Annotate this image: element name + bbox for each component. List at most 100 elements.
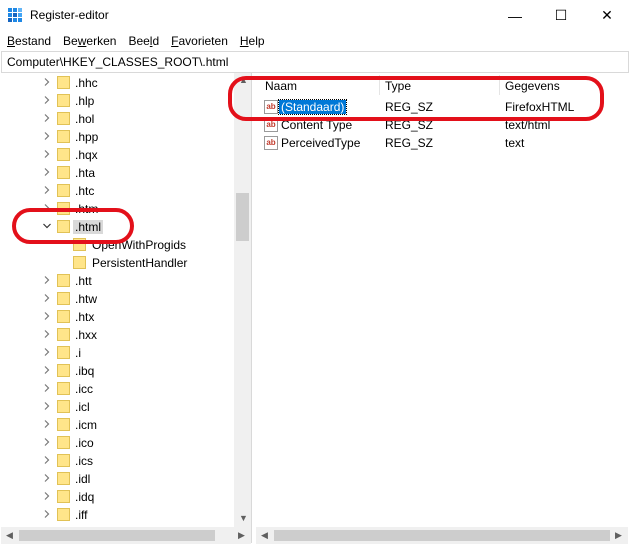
- scroll-left-icon[interactable]: ◀: [6, 530, 13, 541]
- tree-item[interactable]: .ibq: [1, 362, 235, 380]
- folder-icon: [57, 490, 70, 503]
- close-button[interactable]: ✕: [584, 0, 630, 31]
- tree-item[interactable]: .idl: [1, 470, 235, 488]
- tree-item[interactable]: .iff: [1, 506, 235, 524]
- chevron-right-icon[interactable]: [43, 384, 51, 392]
- tree-item[interactable]: .htt: [1, 272, 235, 290]
- app-icon: [8, 8, 22, 22]
- tree-item[interactable]: .hta: [1, 164, 235, 182]
- tree-item[interactable]: .icm: [1, 416, 235, 434]
- tree-item-label: .htw: [75, 292, 98, 306]
- address-path: Computer\HKEY_CLASSES_ROOT\.html: [7, 55, 229, 69]
- tree-item[interactable]: .htc: [1, 182, 235, 200]
- tree-item[interactable]: .htx: [1, 308, 235, 326]
- folder-icon: [57, 94, 70, 107]
- reg-string-icon: ab: [264, 136, 278, 150]
- scroll-right-icon[interactable]: ▶: [615, 530, 622, 541]
- tree-item-label: .hhc: [75, 76, 98, 90]
- chevron-right-icon[interactable]: [43, 330, 51, 338]
- scroll-right-icon[interactable]: ▶: [238, 530, 245, 541]
- value-data: text: [505, 136, 525, 150]
- chevron-right-icon[interactable]: [43, 456, 51, 464]
- chevron-right-icon[interactable]: [43, 168, 51, 176]
- scroll-left-icon[interactable]: ◀: [261, 530, 268, 541]
- folder-icon: [57, 328, 70, 341]
- chevron-right-icon[interactable]: [43, 132, 51, 140]
- address-bar[interactable]: Computer\HKEY_CLASSES_ROOT\.html: [1, 51, 629, 73]
- tree-item[interactable]: .hlp: [1, 92, 235, 110]
- chevron-right-icon[interactable]: [43, 474, 51, 482]
- chevron-right-icon[interactable]: [43, 348, 51, 356]
- tree-item[interactable]: .hqx: [1, 146, 235, 164]
- folder-icon: [57, 346, 70, 359]
- folder-icon: [73, 256, 86, 269]
- tree-item[interactable]: .icc: [1, 380, 235, 398]
- chevron-right-icon[interactable]: [43, 492, 51, 500]
- chevron-right-icon[interactable]: [43, 150, 51, 158]
- tree-item[interactable]: PersistentHandler: [1, 254, 235, 272]
- chevron-right-icon[interactable]: [43, 438, 51, 446]
- tree-horizontal-scrollbar[interactable]: ◀ ▶: [1, 527, 251, 544]
- maximize-button[interactable]: ☐: [538, 0, 584, 31]
- minimize-button[interactable]: —: [492, 0, 538, 31]
- chevron-right-icon[interactable]: [43, 114, 51, 122]
- tree-item-label: .hpp: [75, 130, 99, 144]
- scroll-thumb[interactable]: [274, 530, 610, 541]
- chevron-right-icon[interactable]: [43, 294, 51, 302]
- annotation-highlight-values: [228, 76, 604, 121]
- tree-item[interactable]: .idq: [1, 488, 235, 506]
- chevron-right-icon[interactable]: [43, 510, 51, 518]
- folder-icon: [57, 112, 70, 125]
- chevron-right-icon[interactable]: [43, 276, 51, 284]
- tree-vertical-scrollbar[interactable]: ▲ ▼: [234, 73, 251, 527]
- tree-item[interactable]: .hol: [1, 110, 235, 128]
- chevron-right-icon[interactable]: [43, 402, 51, 410]
- scroll-down-icon[interactable]: ▼: [239, 513, 248, 523]
- tree-item[interactable]: .hhc: [1, 74, 235, 92]
- chevron-right-icon[interactable]: [43, 96, 51, 104]
- tree-item[interactable]: .ico: [1, 434, 235, 452]
- menu-help[interactable]: Help: [233, 31, 270, 51]
- scroll-thumb[interactable]: [236, 193, 249, 241]
- chevron-right-icon[interactable]: [43, 420, 51, 428]
- tree-item-label: .hxx: [75, 328, 98, 342]
- tree-item-label: .htc: [75, 184, 95, 198]
- tree-item-label: .iff: [75, 508, 88, 522]
- tree-item[interactable]: .hxx: [1, 326, 235, 344]
- tree-item-label: .htx: [75, 310, 95, 324]
- tree-item[interactable]: .htw: [1, 290, 235, 308]
- folder-icon: [57, 382, 70, 395]
- tree-item-label: .ics: [75, 454, 93, 468]
- tree-item-label: .icm: [75, 418, 97, 432]
- folder-icon: [57, 274, 70, 287]
- tree-item[interactable]: .i: [1, 344, 235, 362]
- menu-bestand[interactable]: Bestand: [0, 31, 56, 51]
- tree-item-label: .hlp: [75, 94, 95, 108]
- folder-icon: [57, 454, 70, 467]
- tree-item-label: .hqx: [75, 148, 98, 162]
- chevron-right-icon[interactable]: [43, 366, 51, 374]
- window-title: Register-editor: [30, 8, 109, 22]
- value-name: PerceivedType: [281, 136, 361, 150]
- chevron-right-icon[interactable]: [43, 186, 51, 194]
- menu-favorieten[interactable]: Favorieten: [164, 31, 233, 51]
- tree-item-label: .ico: [75, 436, 94, 450]
- tree-item-label: .idq: [75, 490, 95, 504]
- folder-icon: [57, 166, 70, 179]
- chevron-right-icon[interactable]: [43, 78, 51, 86]
- tree-item[interactable]: .icl: [1, 398, 235, 416]
- folder-icon: [57, 292, 70, 305]
- menu-beeld[interactable]: Beeld: [121, 31, 164, 51]
- tree-item-label: .hta: [75, 166, 96, 180]
- value-row[interactable]: ab PerceivedType REG_SZ text: [256, 134, 630, 152]
- folder-icon: [57, 130, 70, 143]
- values-horizontal-scrollbar[interactable]: ◀ ▶: [256, 527, 628, 544]
- folder-icon: [57, 76, 70, 89]
- tree-item[interactable]: .ics: [1, 452, 235, 470]
- tree-item-label: .i: [75, 346, 81, 360]
- chevron-right-icon[interactable]: [43, 312, 51, 320]
- menu-bewerken[interactable]: Bewerken: [56, 31, 121, 51]
- tree-item[interactable]: .hpp: [1, 128, 235, 146]
- menu-bar: Bestand Bewerken Beeld Favorieten Help: [0, 31, 630, 51]
- scroll-thumb[interactable]: [19, 530, 215, 541]
